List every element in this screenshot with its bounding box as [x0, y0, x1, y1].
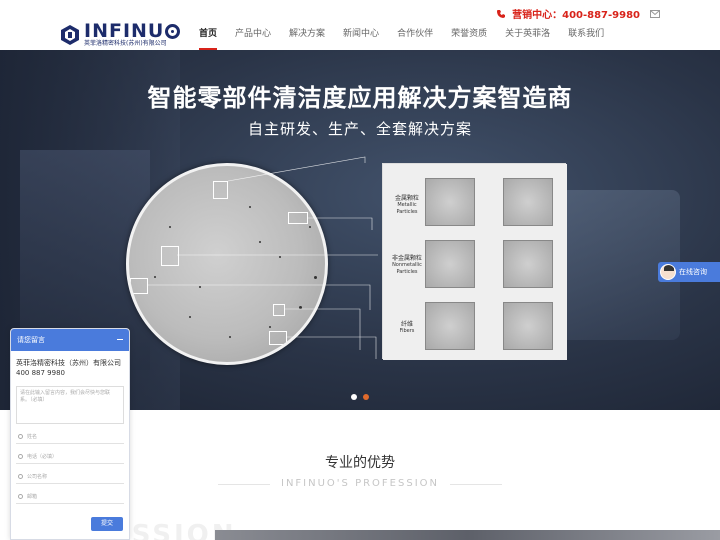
- sample-image: [425, 302, 475, 350]
- sample-image: [503, 302, 553, 350]
- message-widget-header[interactable]: 请您留言: [11, 329, 129, 351]
- row-label-metallic: 金属颗粒 Metallic Particles: [394, 195, 419, 215]
- selection-box: [273, 304, 285, 316]
- logo-name: INFINU: [84, 22, 181, 41]
- row-label-nonmetallic: 非金属颗粒 Nonmetallic Particles: [391, 255, 422, 275]
- mail-icon: [18, 494, 23, 499]
- nav-solutions[interactable]: 解决方案: [280, 28, 334, 50]
- nav-about[interactable]: 关于英菲洛: [496, 28, 559, 50]
- main-nav: 首页 产品中心 解决方案 新闻中心 合作伙伴 荣誉资质 关于英菲洛 联系我们: [190, 28, 613, 50]
- site-header: INFINU 英菲洛精密科技(苏州)有限公司 营销中心：400-887-9980…: [0, 0, 720, 50]
- email-field[interactable]: 邮箱: [16, 490, 124, 504]
- nav-honors[interactable]: 荣誉资质: [442, 28, 496, 50]
- phone-field[interactable]: 电话（必填）: [16, 450, 124, 464]
- logo-o-icon: [165, 23, 181, 39]
- user-icon: [18, 434, 23, 439]
- selection-box: [130, 278, 148, 294]
- company-field[interactable]: 公司名称: [16, 470, 124, 484]
- sample-image: [503, 240, 553, 288]
- agent-avatar-icon: [660, 264, 676, 280]
- minimize-icon[interactable]: [117, 339, 123, 340]
- microscope-view-image: [126, 163, 328, 365]
- selection-box: [269, 331, 287, 345]
- sample-image: [425, 240, 475, 288]
- phone-icon: [497, 9, 506, 18]
- selection-box: [213, 181, 228, 199]
- banner-title: 智能零部件清洁度应用解决方案智造商: [147, 84, 573, 112]
- message-company-info: 英菲洛精密科技（苏州）有限公司400 887 9980: [16, 359, 121, 377]
- row-label-fibers: 纤维 Fibers: [399, 321, 415, 334]
- section-image: [215, 530, 720, 540]
- logo[interactable]: INFINU 英菲洛精密科技(苏州)有限公司: [60, 22, 181, 47]
- sample-image: [503, 178, 553, 226]
- hotline[interactable]: 营销中心：400-887-9980: [512, 6, 640, 21]
- selection-box: [161, 246, 179, 266]
- message-textarea[interactable]: 请在此输入留言内容，我们会尽快与您联系。（必填）: [16, 386, 124, 424]
- logo-subtitle: 英菲洛精密科技(苏州)有限公司: [84, 40, 167, 47]
- selection-box: [288, 212, 308, 224]
- consult-label: 在线咨询: [679, 268, 707, 276]
- name-field[interactable]: 姓名: [16, 430, 124, 444]
- phone-icon: [18, 454, 23, 459]
- particle-panel: 金属颗粒 Metallic Particles 非金属颗粒 Nonmetalli…: [382, 163, 567, 360]
- nav-home[interactable]: 首页: [190, 28, 226, 50]
- nav-contact[interactable]: 联系我们: [559, 28, 613, 50]
- nav-products[interactable]: 产品中心: [226, 28, 280, 50]
- message-widget: 请您留言 英菲洛精密科技（苏州）有限公司400 887 9980 请在此输入留言…: [10, 328, 130, 540]
- company-icon: [18, 474, 23, 479]
- banner-subtitle: 自主研发、生产、全套解决方案: [247, 120, 472, 138]
- sample-image: [425, 178, 475, 226]
- nav-news[interactable]: 新闻中心: [334, 28, 388, 50]
- topbar: 营销中心：400-887-9980: [496, 6, 660, 21]
- online-consult-button[interactable]: 在线咨询: [658, 262, 720, 282]
- mail-icon[interactable]: [650, 9, 660, 18]
- submit-button[interactable]: 提交: [91, 517, 123, 531]
- logo-mark-icon: [61, 24, 79, 45]
- carousel-dot-active[interactable]: [363, 394, 369, 400]
- nav-partners[interactable]: 合作伙伴: [388, 28, 442, 50]
- carousel-dot[interactable]: [351, 394, 357, 400]
